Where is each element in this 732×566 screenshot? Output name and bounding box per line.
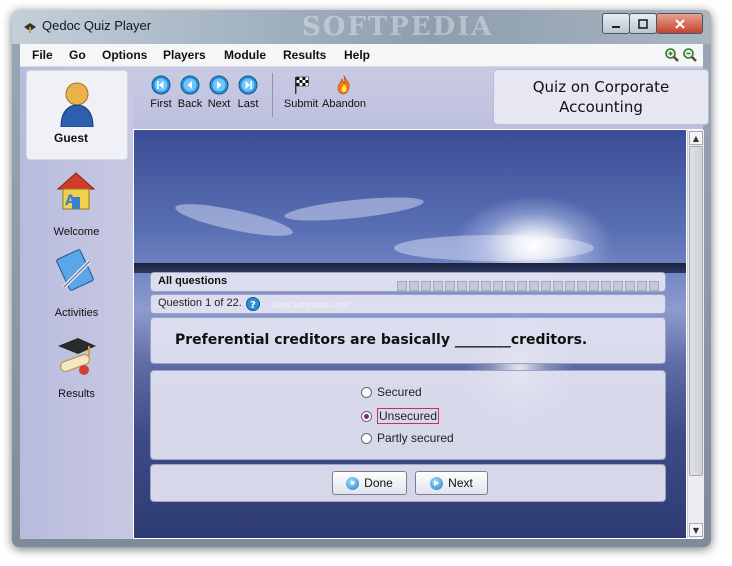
quiz-title: Quiz on Corporate Accounting [493, 69, 709, 125]
done-button[interactable]: ■ Done [332, 471, 407, 495]
softpedia-url-watermark: www.softpedia.com [271, 300, 349, 310]
first-button[interactable]: First [145, 75, 177, 110]
action-bar: ■ Done ▶ Next [150, 464, 666, 502]
minimize-button[interactable] [602, 13, 630, 34]
next-button-label: Next [448, 476, 473, 490]
help-icon[interactable]: ? [246, 297, 260, 311]
last-button[interactable]: Last [232, 75, 264, 110]
back-button[interactable]: Back [174, 75, 206, 110]
sidebar-label-results: Results [58, 388, 95, 400]
menu-go[interactable]: Go [69, 48, 86, 62]
client-area: File Go Options Players Module Results H… [20, 44, 709, 539]
option-partly-secured[interactable]: Partly secured [361, 431, 454, 445]
done-label: Done [364, 476, 393, 490]
zoom-in-icon[interactable] [664, 47, 680, 63]
results-icon [58, 338, 96, 375]
menu-results[interactable]: Results [283, 48, 326, 62]
toolbar: First Back Next Last Submit Abandon Quiz… [133, 67, 709, 129]
sidebar-label-activities: Activities [54, 307, 99, 319]
first-icon [151, 75, 171, 95]
fire-icon [337, 75, 350, 95]
menu-bar: File Go Options Players Module Results H… [20, 44, 703, 67]
back-label: Back [177, 98, 203, 110]
question-text: Preferential creditors are basically ___… [175, 332, 588, 348]
question-counter-bar: Question 1 of 22. ? www.softpedia.com [150, 294, 666, 314]
zoom-out-icon[interactable] [682, 47, 698, 63]
next-label: Next [207, 98, 231, 110]
app-window: Qedoc Quiz Player SOFTPEDIA File Go Opti… [12, 10, 711, 547]
softpedia-watermark: SOFTPEDIA [302, 12, 494, 42]
question-counter: Question 1 of 22. [158, 297, 242, 309]
first-label: First [150, 98, 172, 110]
sidebar-label-welcome: Welcome [53, 226, 100, 238]
next-button[interactable]: ▶ Next [415, 471, 488, 495]
option-partly-secured-label: Partly secured [377, 431, 454, 445]
background-cloud [173, 197, 295, 243]
title-bar: Qedoc Quiz Player SOFTPEDIA [12, 10, 711, 44]
next-toolbar-button[interactable]: Next [203, 75, 235, 110]
scroll-down-arrow[interactable]: ▼ [689, 523, 703, 537]
scroll-up-arrow[interactable]: ▲ [689, 131, 703, 145]
menu-options[interactable]: Options [102, 48, 147, 62]
menu-help[interactable]: Help [344, 48, 370, 62]
done-icon: ■ [346, 476, 360, 490]
menu-module[interactable]: Module [224, 48, 266, 62]
user-name: Guest [53, 131, 88, 145]
next-arrow-icon: ▶ [430, 476, 444, 490]
option-unsecured[interactable]: Unsecured [361, 408, 440, 424]
section-title: All questions [158, 275, 228, 287]
abandon-button[interactable]: Abandon [322, 75, 366, 110]
question-progress [395, 276, 659, 295]
last-label: Last [237, 98, 259, 110]
welcome-icon: A [56, 172, 96, 210]
menu-file[interactable]: File [32, 48, 53, 62]
scroll-thumb[interactable] [689, 146, 703, 476]
section-header: All questions [150, 272, 666, 292]
window-title: Qedoc Quiz Player [42, 18, 152, 33]
maximize-button[interactable] [629, 13, 657, 34]
question-box: Preferential creditors are basically ___… [150, 317, 666, 364]
toolbar-separator [272, 73, 273, 117]
activities-icon [56, 249, 94, 291]
user-avatar-icon [60, 82, 94, 127]
abandon-label: Abandon [322, 98, 367, 110]
background-cloud [283, 192, 425, 226]
submit-label: Submit [283, 98, 319, 110]
radio-unsecured-selected[interactable] [361, 410, 372, 422]
option-unsecured-label: Unsecured [377, 408, 440, 424]
last-icon [238, 75, 258, 95]
maximize-icon [638, 18, 648, 29]
close-icon [674, 18, 685, 29]
option-secured[interactable]: Secured [361, 385, 422, 399]
menu-players[interactable]: Players [163, 48, 206, 62]
radio-secured[interactable] [361, 386, 372, 398]
minimize-icon [612, 25, 620, 28]
vertical-scrollbar[interactable]: ▲ ▼ [687, 130, 704, 538]
radio-partly-secured[interactable] [361, 432, 372, 444]
close-button[interactable] [656, 13, 703, 34]
svg-text:A: A [65, 193, 76, 209]
checkered-flag-icon [295, 76, 309, 94]
app-icon [24, 23, 36, 33]
sidebar: Guest A Welcome Activities Results [20, 67, 133, 539]
quiz-content: All questions Question 1 of 22. ? www.so… [134, 130, 686, 538]
user-tile[interactable]: Guest [26, 70, 128, 160]
submit-button[interactable]: Submit [283, 75, 319, 110]
answer-options: Secured Unsecured Partly secured [150, 370, 666, 460]
next-icon [209, 75, 229, 95]
svg-text:?: ? [250, 300, 256, 311]
back-icon [180, 75, 200, 95]
option-secured-label: Secured [377, 385, 422, 399]
